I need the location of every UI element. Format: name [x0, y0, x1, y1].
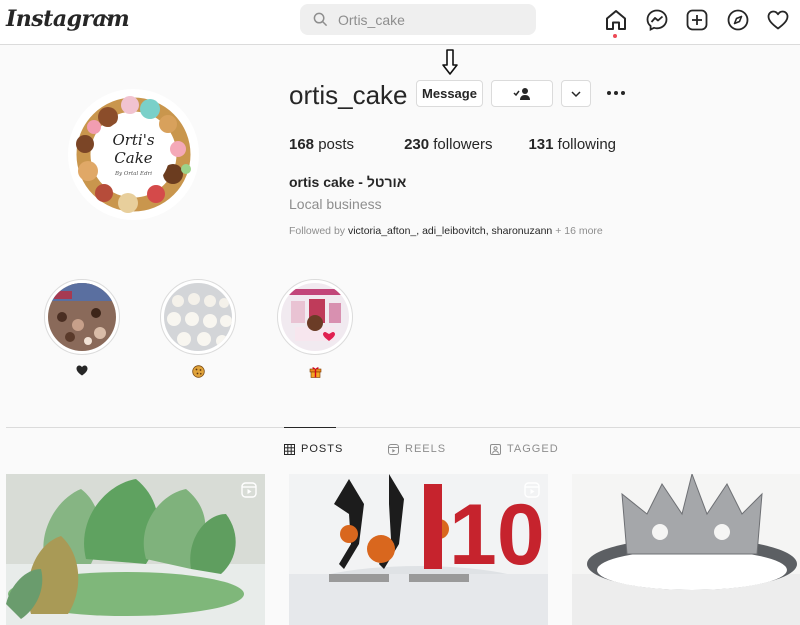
highlight-cover-image: [164, 283, 232, 351]
tab-reels-label: REELS: [405, 443, 447, 455]
profile-category: Local business: [289, 196, 382, 212]
reels-icon: [388, 443, 399, 455]
highlight-cover-image: [48, 283, 116, 351]
followed-by-more: + 16 more: [555, 225, 603, 237]
tabs-divider: [6, 427, 800, 428]
story-highlight[interactable]: [277, 279, 353, 379]
tab-tagged-label: TAGGED: [507, 443, 559, 455]
avatar-text-line2: Cake: [114, 149, 153, 167]
search-box[interactable]: [300, 4, 536, 35]
highlight-label: [44, 365, 120, 379]
followed-by-names: victoria_afton_, adi_leibovitch, sharonu…: [347, 225, 553, 237]
profile-stats: 168 posts 230 followers 131 following: [289, 136, 656, 153]
profile-display-name: ortis cake - אורטל: [289, 174, 407, 190]
post-thumbnail[interactable]: 10: [289, 474, 548, 625]
followers-label: followers: [433, 136, 493, 153]
profile-username: ortis_cake: [289, 80, 408, 110]
grid-icon: [284, 443, 295, 455]
cookie-icon: [191, 365, 205, 378]
notification-dot: [613, 34, 617, 38]
tab-reels[interactable]: REELS: [388, 443, 446, 455]
post-image: 10: [289, 474, 548, 625]
post-thumbnail[interactable]: [572, 474, 800, 625]
highlight-label: [277, 365, 353, 379]
person-check-icon: [513, 87, 530, 100]
highlight-ring: [44, 279, 120, 355]
more-options-icon[interactable]: [606, 90, 626, 96]
message-button[interactable]: Message: [416, 80, 483, 107]
tagged-icon: [490, 443, 501, 455]
avatar-text-line3: By Ortal Edri: [114, 171, 152, 177]
story-highlight[interactable]: [44, 279, 120, 379]
followers-count: 230: [404, 136, 430, 153]
followed-by-line[interactable]: Followed by victoria_afton_, adi_leibovi…: [289, 225, 603, 237]
following-button[interactable]: [491, 80, 553, 107]
following-label: following: [557, 136, 617, 153]
top-navigation-bar: Instagram: [0, 0, 800, 45]
avatar-text-line1: Orti's: [112, 131, 154, 149]
post-image: [6, 474, 265, 625]
followers-stat[interactable]: 230 followers: [404, 136, 492, 153]
highlight-ring: [160, 279, 236, 355]
ortis-cake-logo: Orti's Cake By Ortal Edri: [68, 89, 199, 220]
explore-icon[interactable]: [726, 8, 750, 32]
search-icon: [313, 12, 328, 27]
followed-by-prefix: Followed by: [289, 225, 346, 237]
new-post-icon[interactable]: [685, 8, 709, 32]
chevron-down-icon[interactable]: [103, 13, 115, 23]
down-arrow-icon: [442, 49, 458, 75]
tab-tagged[interactable]: TAGGED: [490, 443, 559, 455]
posts-stat: 168 posts: [289, 136, 354, 153]
reel-icon: [524, 482, 540, 498]
gift-icon: [309, 367, 321, 378]
profile-avatar[interactable]: Orti's Cake By Ortal Edri: [68, 89, 199, 220]
post-thumbnail[interactable]: [6, 474, 265, 625]
following-stat[interactable]: 131 following: [528, 136, 616, 153]
tab-posts-label: POSTS: [301, 443, 344, 455]
activity-heart-icon[interactable]: [766, 8, 790, 32]
story-highlight[interactable]: [160, 279, 236, 379]
highlight-ring: [277, 279, 353, 355]
suggested-dropdown-button[interactable]: [561, 80, 591, 107]
cake-number-10: 10: [449, 487, 545, 583]
home-icon[interactable]: [604, 8, 628, 32]
highlight-cover-image: [281, 283, 349, 351]
search-input[interactable]: [338, 4, 528, 35]
posts-label: posts: [318, 136, 355, 153]
highlight-label: [160, 365, 236, 379]
following-count: 131: [528, 136, 554, 153]
tab-posts[interactable]: POSTS: [284, 443, 343, 455]
heart-icon: [76, 365, 88, 376]
reel-icon: [241, 482, 257, 498]
chevron-down-icon: [571, 90, 581, 97]
messenger-icon[interactable]: [645, 8, 669, 32]
post-image: [572, 474, 800, 625]
active-tab-indicator: [284, 427, 336, 428]
posts-count: 168: [289, 136, 315, 153]
